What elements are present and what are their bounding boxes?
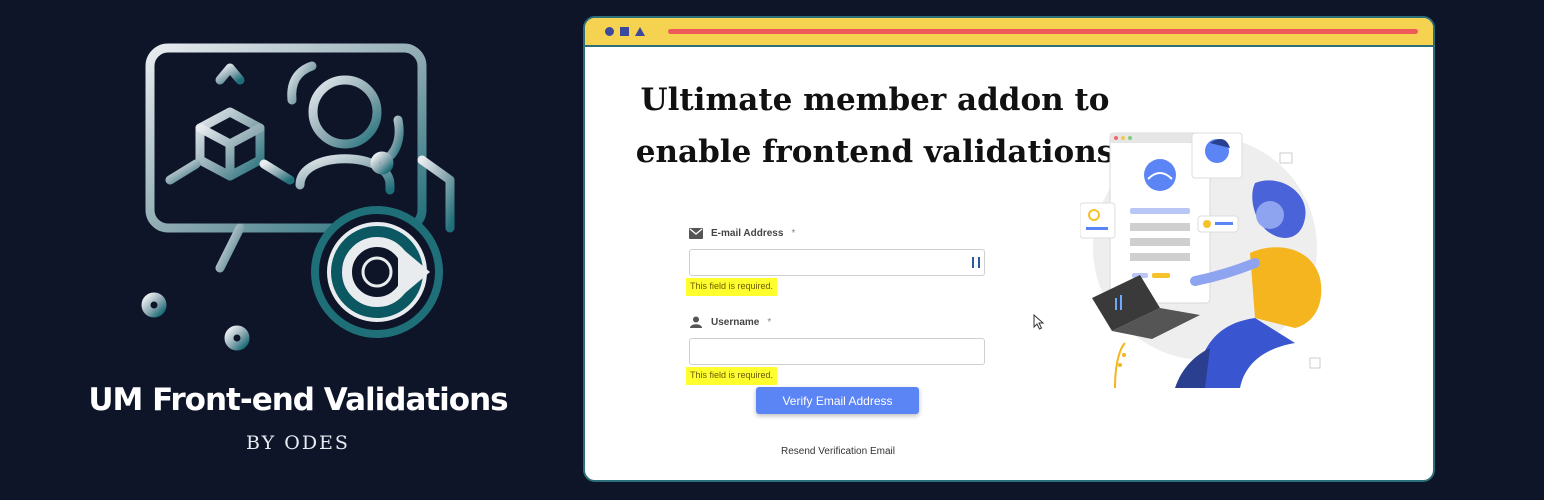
circle-icon bbox=[605, 27, 614, 36]
username-label-text: Username bbox=[711, 316, 760, 328]
address-bar[interactable] bbox=[668, 29, 1418, 34]
password-manager-icon[interactable] bbox=[972, 257, 980, 268]
verification-form: E-mail Address * This field is required.… bbox=[686, 223, 989, 385]
triangle-icon bbox=[635, 27, 645, 36]
email-label: E-mail Address * bbox=[689, 223, 989, 243]
browser-window: Ultimate member addon to enable frontend… bbox=[583, 16, 1435, 482]
headline-line-2: enable frontend validations bbox=[635, 134, 1115, 170]
resend-verification-link[interactable]: Resend Verification Email bbox=[771, 446, 905, 457]
required-mark: * bbox=[791, 227, 796, 239]
user-icon bbox=[689, 316, 703, 328]
square-icon bbox=[620, 27, 629, 36]
browser-toolbar bbox=[585, 18, 1433, 47]
email-field[interactable] bbox=[689, 249, 985, 276]
email-label-text: E-mail Address bbox=[711, 227, 784, 239]
username-field[interactable] bbox=[689, 338, 985, 365]
username-label: Username * bbox=[689, 312, 989, 332]
odes-logo bbox=[140, 40, 470, 360]
mouse-cursor-icon bbox=[1033, 314, 1045, 330]
email-error: This field is required. bbox=[686, 278, 778, 296]
headline-line-1: Ultimate member addon to bbox=[640, 82, 1110, 118]
page-headline: Ultimate member addon to enable frontend… bbox=[625, 74, 1125, 178]
brand-title: UM Front-end Validations bbox=[88, 382, 508, 418]
username-error: This field is required. bbox=[686, 367, 778, 385]
brand-subtitle: BY ODES bbox=[246, 432, 350, 454]
developer-illustration bbox=[1080, 132, 1322, 388]
verify-email-button[interactable]: Verify Email Address bbox=[756, 387, 919, 414]
required-mark: * bbox=[767, 316, 772, 328]
envelope-icon bbox=[689, 227, 703, 239]
